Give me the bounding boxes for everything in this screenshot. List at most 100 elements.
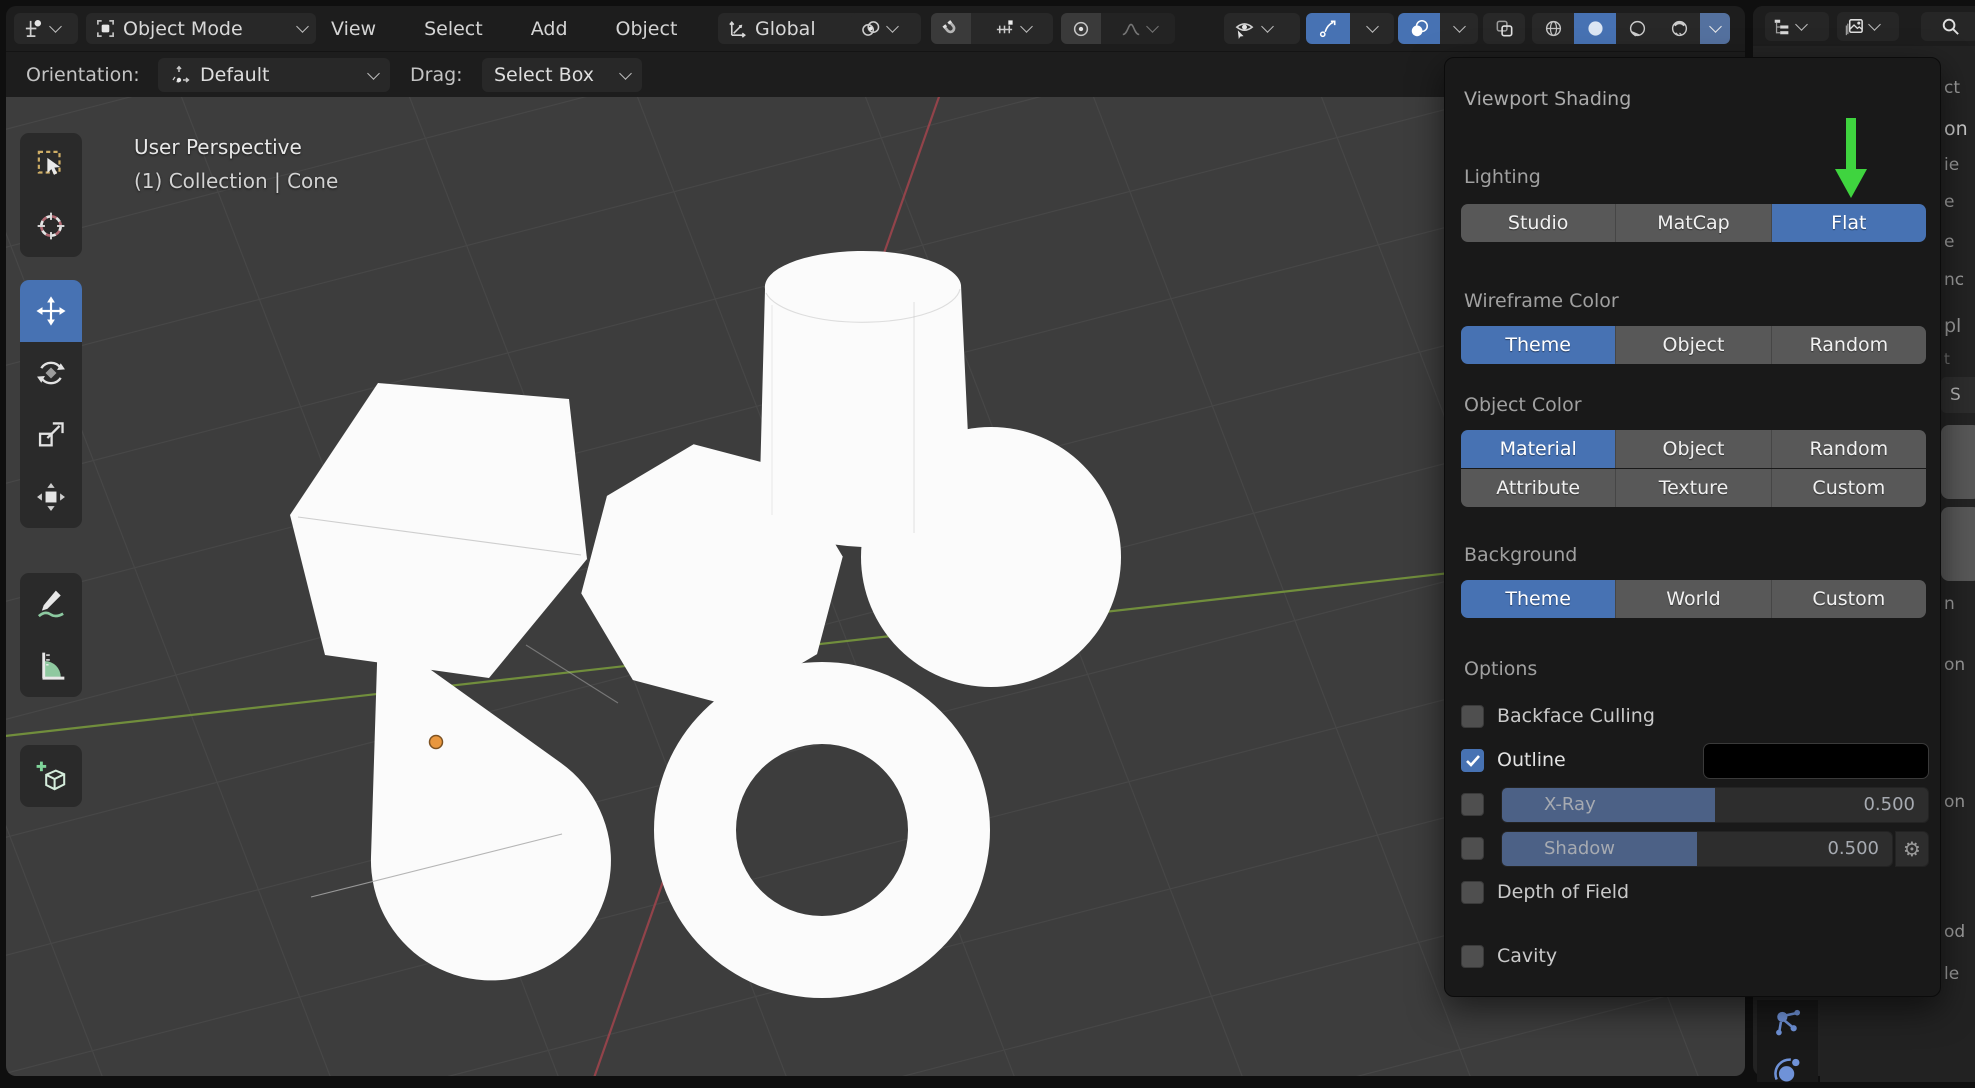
wireframe-random-button[interactable]: Random [1772,326,1926,364]
shading-wireframe-button[interactable] [1532,13,1574,44]
wireframe-theme-button[interactable]: Theme [1461,326,1616,364]
editor-type-button[interactable] [14,13,78,44]
mesh-objects [290,251,1121,998]
gizmos-toggle[interactable] [1306,13,1350,44]
object-mode-icon [95,18,116,39]
shadow-settings-button[interactable]: ⚙ [1895,831,1929,867]
shadow-slider-value: 0.500 [1827,838,1879,859]
annotate-pencil-icon [34,587,68,621]
panel-text-fragment: on [1944,792,1965,812]
shading-material-button[interactable] [1616,13,1658,44]
shading-solid-button[interactable] [1574,13,1616,44]
chevron-down-icon [1709,20,1722,33]
xray-checkbox[interactable] [1461,793,1484,816]
chevron-down-icon [296,20,309,33]
outliner-editor-type-button[interactable] [1765,12,1829,41]
chevron-down-icon [1146,20,1159,33]
physics-tab-icon[interactable] [1771,1054,1805,1088]
orientation-default-dropdown[interactable]: Default [158,58,390,92]
xray-row: X-Ray 0.500 [1445,786,1940,824]
mode-dropdown[interactable]: Object Mode [86,13,316,44]
background-section-label: Background [1464,544,1577,566]
background-segment: Theme World Custom [1461,580,1926,618]
object-color-custom-button[interactable]: Custom [1772,469,1926,507]
outline-color-swatch[interactable] [1703,743,1929,779]
transform-tool[interactable] [20,466,82,528]
background-world-button[interactable]: World [1616,580,1771,618]
drag-caption: Drag: [410,64,463,86]
overlays-toggle[interactable] [1398,13,1440,44]
outliner-text-fragment: on [1944,118,1968,140]
snap-increment-icon [994,18,1015,39]
toolbar-annotation-group [20,573,82,697]
measure-tool[interactable] [20,635,82,697]
outliner-header [1753,6,1975,46]
shadow-slider[interactable]: Shadow 0.500 [1501,831,1893,867]
visibility-dropdown[interactable] [1224,13,1300,44]
snap-with-dropdown[interactable] [971,13,1053,44]
gizmos-dropdown[interactable] [1350,13,1394,44]
add-cube-tool[interactable] [20,745,82,807]
lighting-studio-button[interactable]: Studio [1461,204,1616,242]
disc-mesh [861,427,1121,687]
menu-select[interactable]: Select [421,18,486,40]
xray-slider[interactable]: X-Ray 0.500 [1501,787,1929,823]
rotate-tool[interactable] [20,342,82,404]
depth-of-field-label: Depth of Field [1497,881,1629,903]
popover-title: Viewport Shading [1464,88,1631,110]
lighting-flat-button[interactable]: Flat [1772,204,1926,242]
cursor-tool[interactable] [20,195,82,257]
annotate-tool[interactable] [20,573,82,635]
object-color-random-button[interactable]: Random [1772,430,1926,468]
proportional-falloff-dropdown[interactable] [1101,13,1175,44]
snap-group [931,13,1053,44]
backface-culling-checkbox[interactable] [1461,705,1484,728]
outliner-text-fragment: ie [1944,155,1959,175]
proportional-editing-toggle[interactable] [1061,13,1101,44]
lighting-matcap-button[interactable]: MatCap [1616,204,1771,242]
background-theme-button[interactable]: Theme [1461,580,1616,618]
outliner-text-fragment: nc [1944,270,1964,290]
menu-object[interactable]: Object [613,18,681,40]
overlays-dropdown[interactable] [1440,13,1478,44]
xray-toggle[interactable] [1483,13,1525,44]
object-color-material-button[interactable]: Material [1461,430,1616,468]
shading-options-dropdown[interactable] [1700,13,1730,44]
scale-tool[interactable] [20,404,82,466]
panel-text-fragment: od [1944,922,1965,942]
menu-add[interactable]: Add [528,18,571,40]
select-box-tool[interactable] [20,133,82,195]
shadow-row: Shadow 0.500 ⚙ [1445,830,1940,868]
object-color-object-button[interactable]: Object [1616,430,1771,468]
object-color-texture-button[interactable]: Texture [1616,469,1771,507]
depth-of-field-row: Depth of Field [1445,874,1940,912]
object-color-attribute-button[interactable]: Attribute [1461,469,1616,507]
outline-checkbox[interactable] [1461,749,1484,772]
outliner-text-fragment: e [1944,232,1954,252]
wireframe-object-button[interactable]: Object [1616,326,1771,364]
drag-mode-dropdown[interactable]: Select Box [482,58,642,92]
menu-bar: View Select Add Object [328,6,680,51]
outliner-text-fragment: pl [1944,315,1961,337]
toolbar-select-group [20,133,82,257]
outliner-display-mode-button[interactable] [1837,12,1899,41]
snap-toggle[interactable] [931,13,971,44]
shading-rendered-button[interactable] [1658,13,1700,44]
annotation-arrow-icon [1833,118,1869,200]
pivot-point-dropdown[interactable] [851,13,921,44]
shadow-checkbox[interactable] [1461,837,1484,860]
orientation-value: Default [200,64,269,86]
cavity-checkbox[interactable] [1461,945,1484,968]
cone-mesh [371,632,611,980]
depth-of-field-checkbox[interactable] [1461,881,1484,904]
move-tool[interactable] [20,280,82,342]
xray-slider-label: X-Ray [1544,794,1596,815]
particles-tab-icon[interactable] [1771,1006,1805,1042]
background-custom-button[interactable]: Custom [1772,580,1926,618]
active-object-overlay: (1) Collection | Cone [134,169,338,193]
outliner-search-button[interactable] [1921,12,1975,41]
checkmark-icon [1466,755,1480,767]
toolbar-add-group [20,745,82,807]
menu-view[interactable]: View [328,18,379,40]
solid-sphere-icon [1585,18,1606,39]
